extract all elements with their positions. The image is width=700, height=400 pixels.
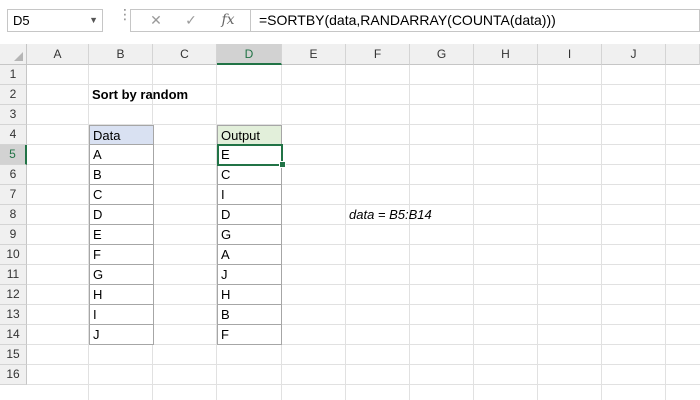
row-header-1[interactable]: 1: [0, 65, 27, 85]
row-header-7[interactable]: 7: [0, 185, 27, 205]
cancel-icon[interactable]: ✕: [141, 10, 171, 31]
formula-input[interactable]: =SORTBY(data,RANDARRAY(COUNTA(data))): [250, 9, 700, 32]
column-header-f[interactable]: F: [346, 44, 410, 65]
output-value-cell[interactable]: G: [217, 225, 282, 245]
column-header-h[interactable]: H: [474, 44, 538, 65]
column-header-a[interactable]: A: [27, 44, 89, 65]
gridline: [345, 65, 346, 400]
gridline: [409, 65, 410, 400]
data-value-cell[interactable]: G: [89, 265, 154, 285]
output-value-cell[interactable]: D: [217, 205, 282, 225]
row-header-10[interactable]: 10: [0, 245, 27, 265]
gridline: [601, 65, 602, 400]
row-header-12[interactable]: 12: [0, 285, 27, 305]
output-value-cell[interactable]: A: [217, 245, 282, 265]
data-header[interactable]: Data: [89, 125, 154, 145]
row-header-4[interactable]: 4: [0, 125, 27, 145]
output-value-cell[interactable]: H: [217, 285, 282, 305]
column-header-b[interactable]: B: [89, 44, 153, 65]
gridline: [537, 65, 538, 400]
output-value-cell[interactable]: B: [217, 305, 282, 325]
data-value-cell[interactable]: H: [89, 285, 154, 305]
column-header-d[interactable]: D: [217, 44, 282, 65]
output-value-cell[interactable]: J: [217, 265, 282, 285]
column-header-g[interactable]: G: [410, 44, 474, 65]
name-box-value: D5: [13, 13, 30, 28]
row-header-14[interactable]: 14: [0, 325, 27, 345]
data-value-cell[interactable]: B: [89, 165, 154, 185]
data-value-cell[interactable]: J: [89, 325, 154, 345]
output-value-cell[interactable]: I: [217, 185, 282, 205]
column-header-c[interactable]: C: [153, 44, 217, 65]
data-value-cell[interactable]: F: [89, 245, 154, 265]
gridline: [473, 65, 474, 400]
row-header-8[interactable]: 8: [0, 205, 27, 225]
output-header[interactable]: Output: [217, 125, 282, 145]
chevron-down-icon[interactable]: ▼: [89, 10, 98, 31]
row-header-11[interactable]: 11: [0, 265, 27, 285]
data-value-cell[interactable]: D: [89, 205, 154, 225]
data-value-cell[interactable]: I: [89, 305, 154, 325]
data-value-cell[interactable]: C: [89, 185, 154, 205]
formula-buttons: ✕ ✓ fx: [130, 9, 250, 32]
row-header-15[interactable]: 15: [0, 345, 27, 365]
output-value-cell[interactable]: C: [217, 165, 282, 185]
name-box[interactable]: D5 ▼: [7, 9, 103, 32]
select-all-corner[interactable]: [0, 44, 27, 65]
active-cell-selection[interactable]: [217, 144, 283, 166]
row-header-13[interactable]: 13: [0, 305, 27, 325]
gridline: [27, 384, 700, 385]
fill-handle[interactable]: [279, 161, 286, 168]
row-header-16[interactable]: 16: [0, 365, 27, 385]
gridline: [665, 65, 666, 400]
sheet-title[interactable]: Sort by random: [89, 85, 209, 105]
enter-icon[interactable]: ✓: [176, 10, 206, 31]
column-header-partial[interactable]: [666, 44, 700, 65]
drag-handle-icon[interactable]: ⋮: [118, 7, 132, 28]
row-header-3[interactable]: 3: [0, 105, 27, 125]
row-header-2[interactable]: 2: [0, 85, 27, 105]
row-header-5[interactable]: 5: [0, 145, 27, 165]
column-header-i[interactable]: I: [538, 44, 602, 65]
output-value-cell[interactable]: F: [217, 325, 282, 345]
row-header-6[interactable]: 6: [0, 165, 27, 185]
column-header-j[interactable]: J: [602, 44, 666, 65]
column-header-e[interactable]: E: [282, 44, 346, 65]
named-range-note[interactable]: data = B5:B14: [346, 205, 466, 225]
formula-bar: D5 ▼ ⋮ ✕ ✓ fx =SORTBY(data,RANDARRAY(COU…: [0, 0, 700, 44]
data-value-cell[interactable]: A: [89, 145, 154, 165]
data-value-cell[interactable]: E: [89, 225, 154, 245]
insert-function-icon[interactable]: fx: [213, 10, 243, 31]
row-header-9[interactable]: 9: [0, 225, 27, 245]
gridline: [27, 364, 700, 365]
